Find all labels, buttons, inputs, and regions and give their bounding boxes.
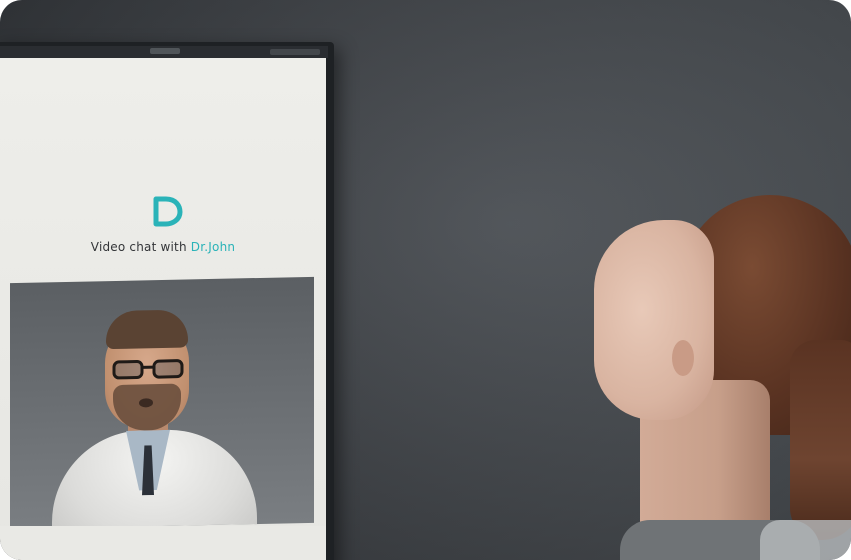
patient-ponytail <box>790 340 851 540</box>
doctor-video[interactable] <box>10 276 314 530</box>
patient-ear <box>672 340 694 376</box>
window-titlebar <box>0 46 328 58</box>
app-screen: Video chat with Dr.John <box>0 58 326 560</box>
heart-chat-icon <box>153 196 183 227</box>
glasses-icon <box>112 359 184 380</box>
doctor-hair <box>106 309 188 350</box>
video-chat-title: Video chat with Dr.John <box>0 240 326 254</box>
doctor-beard <box>113 383 181 432</box>
title-prefix: Video chat with <box>90 240 191 254</box>
photo-frame: Video chat with Dr.John <box>0 0 851 560</box>
screen-footer <box>0 526 326 560</box>
titlebar-text <box>150 48 180 54</box>
window-controls <box>270 49 320 55</box>
monitor: Video chat with Dr.John <box>0 42 334 560</box>
patient-face <box>594 220 714 420</box>
doctor-name: Dr.John <box>190 240 236 254</box>
chair-edge <box>760 520 851 560</box>
